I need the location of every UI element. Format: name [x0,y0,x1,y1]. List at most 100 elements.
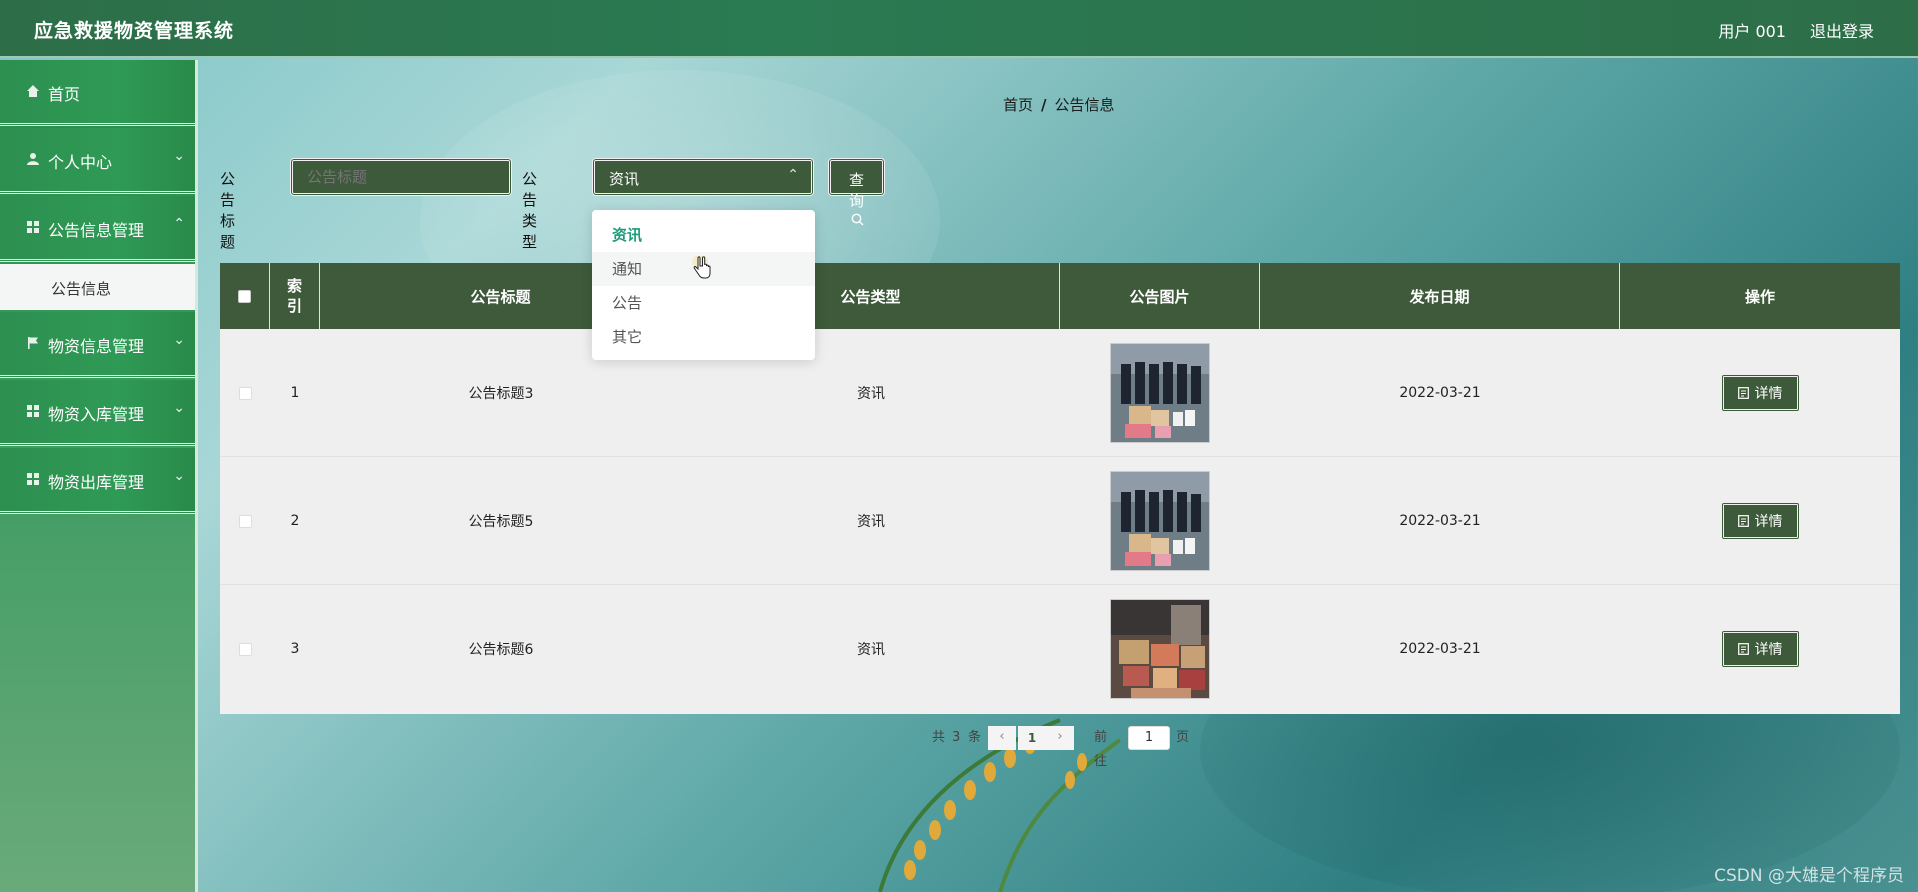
chevron-up-icon: ⌃ [173,216,185,232]
chevron-down-icon: ⌄ [173,468,185,484]
row-checkbox-cell [220,457,270,585]
sidebar-item-label: 物资出库管理 [48,473,145,492]
pagination-goto-prefix: 前往 [1094,730,1108,769]
sidebar-item-material-inbound[interactable]: 物资入库管理 ⌄ [0,380,195,446]
dropdown-option-other[interactable]: 其它 [592,320,815,354]
row-action-cell: 详情 [1620,585,1900,713]
chevron-down-icon: ⌄ [173,332,185,348]
current-user[interactable]: 用户 001 [1718,18,1786,42]
row-image-cell [1060,329,1260,457]
type-select-dropdown: 资讯 通知 公告 其它 [592,210,815,360]
document-icon [1737,643,1749,655]
watermark: CSDN @大雄是个程序员 [1714,866,1904,886]
sidebar-item-home[interactable]: 首页 [0,60,195,126]
header-date: 发布日期 [1260,263,1620,329]
detail-button-label: 详情 [1754,386,1783,402]
row-index: 1 [290,385,300,401]
type-filter-label: 公告类型 [522,170,538,251]
row-title: 公告标题6 [468,642,534,658]
sidebar-item-label: 物资信息管理 [48,337,145,356]
title-filter-label: 公告标题 [220,170,236,251]
breadcrumb: 首页 / 公告信息 [1003,94,1115,115]
notice-table: 索引 公告标题 公告类型 公告图片 发布日期 操作 1 公告标题3 资讯 202… [220,263,1900,714]
row-checkbox[interactable] [238,386,252,400]
table-row: 2 公告标题5 资讯 2022-03-21 详情 [220,457,1900,585]
row-image-cell [1060,585,1260,713]
row-checkbox[interactable] [238,514,252,528]
goto-page-input[interactable]: 1 [1128,726,1170,750]
hand-cursor-icon [692,256,711,279]
title-search-input[interactable] [307,168,495,186]
pagination-total-prefix: 共 [932,730,946,745]
chevron-right-icon: › [1057,729,1063,744]
prev-page-button[interactable]: ‹ [988,726,1016,750]
row-date: 2022-03-21 [1399,385,1481,401]
sidebar-item-personal-center[interactable]: 个人中心 ⌄ [0,128,195,194]
search-icon [851,213,864,226]
row-date: 2022-03-21 [1399,513,1481,529]
row-checkbox-cell [220,329,270,457]
row-image-cell [1060,457,1260,585]
breadcrumb-separator: / [1041,96,1047,114]
home-icon [27,85,39,97]
row-title: 公告标题5 [468,514,534,530]
table-row: 3 公告标题6 资讯 2022-03-21 详情 [220,585,1900,713]
breadcrumb-home[interactable]: 首页 [1003,96,1033,114]
row-type: 资讯 [857,514,885,530]
detail-button-label: 详情 [1754,642,1783,658]
sidebar: 首页 个人中心 ⌄ 公告信息管理 ⌃ 公告信息 物资信息管理 ⌄ 物资入库管理 … [0,60,198,892]
detail-button[interactable]: 详情 [1720,374,1800,412]
row-action-cell: 详情 [1620,457,1900,585]
type-select-value: 资讯 [609,170,640,188]
sidebar-subitem-label: 公告信息 [51,280,112,298]
row-action-cell: 详情 [1620,329,1900,457]
logout-link[interactable]: 退出登录 [1810,18,1874,42]
detail-button[interactable]: 详情 [1720,630,1800,668]
row-checkbox-cell [220,585,270,713]
grid-icon [27,473,39,485]
sidebar-subitem-notice-info[interactable]: 公告信息 [0,264,195,310]
pagination-total-suffix: 条 [968,730,982,745]
sidebar-item-label: 个人中心 [48,153,113,172]
pagination-total: 3 [952,730,961,745]
select-all-cell [220,263,270,329]
table-row: 1 公告标题3 资讯 2022-03-21 详情 [220,329,1900,457]
next-page-button[interactable]: › [1046,726,1074,750]
notice-image [1110,471,1210,571]
chevron-up-icon: ⌃ [787,167,799,183]
sidebar-item-material-outbound[interactable]: 物资出库管理 ⌄ [0,448,195,514]
row-index: 2 [290,513,300,529]
detail-button[interactable]: 详情 [1720,502,1800,540]
chevron-down-icon: ⌄ [173,400,185,416]
type-select[interactable]: 资讯 ⌃ [592,158,814,196]
sidebar-item-label: 物资入库管理 [48,405,145,424]
dropdown-option-news[interactable]: 资讯 [592,218,815,252]
user-icon [27,153,39,165]
title-search-input-wrapper [290,158,512,196]
query-button[interactable]: 查询 [828,158,886,226]
sidebar-item-notice-management[interactable]: 公告信息管理 ⌃ [0,196,195,262]
row-index: 3 [290,641,300,657]
grid-icon [27,405,39,417]
query-button-label: 查询 [849,171,865,210]
chevron-down-icon: ⌄ [173,148,185,164]
document-icon [1737,387,1749,399]
header-image: 公告图片 [1060,263,1260,329]
header-index: 索引 [270,263,320,329]
page-number-current[interactable]: 1 [1018,726,1046,750]
sidebar-item-material-info[interactable]: 物资信息管理 ⌄ [0,312,195,378]
sidebar-item-label: 公告信息管理 [48,221,145,240]
header-action: 操作 [1744,287,1775,306]
row-checkbox[interactable] [238,642,252,656]
row-date: 2022-03-21 [1399,641,1481,657]
flag-icon [28,337,38,349]
select-all-checkbox[interactable] [238,289,251,303]
dropdown-option-announcement[interactable]: 公告 [592,286,815,320]
notice-image [1110,343,1210,443]
row-type: 资讯 [857,642,885,658]
document-icon [1737,515,1749,527]
table-header: 索引 公告标题 公告类型 公告图片 发布日期 操作 [220,263,1900,329]
sidebar-item-label: 首页 [48,85,81,104]
breadcrumb-current: 公告信息 [1054,96,1115,114]
top-header: 应急救援物资管理系统 用户 001 退出登录 [0,0,1918,58]
